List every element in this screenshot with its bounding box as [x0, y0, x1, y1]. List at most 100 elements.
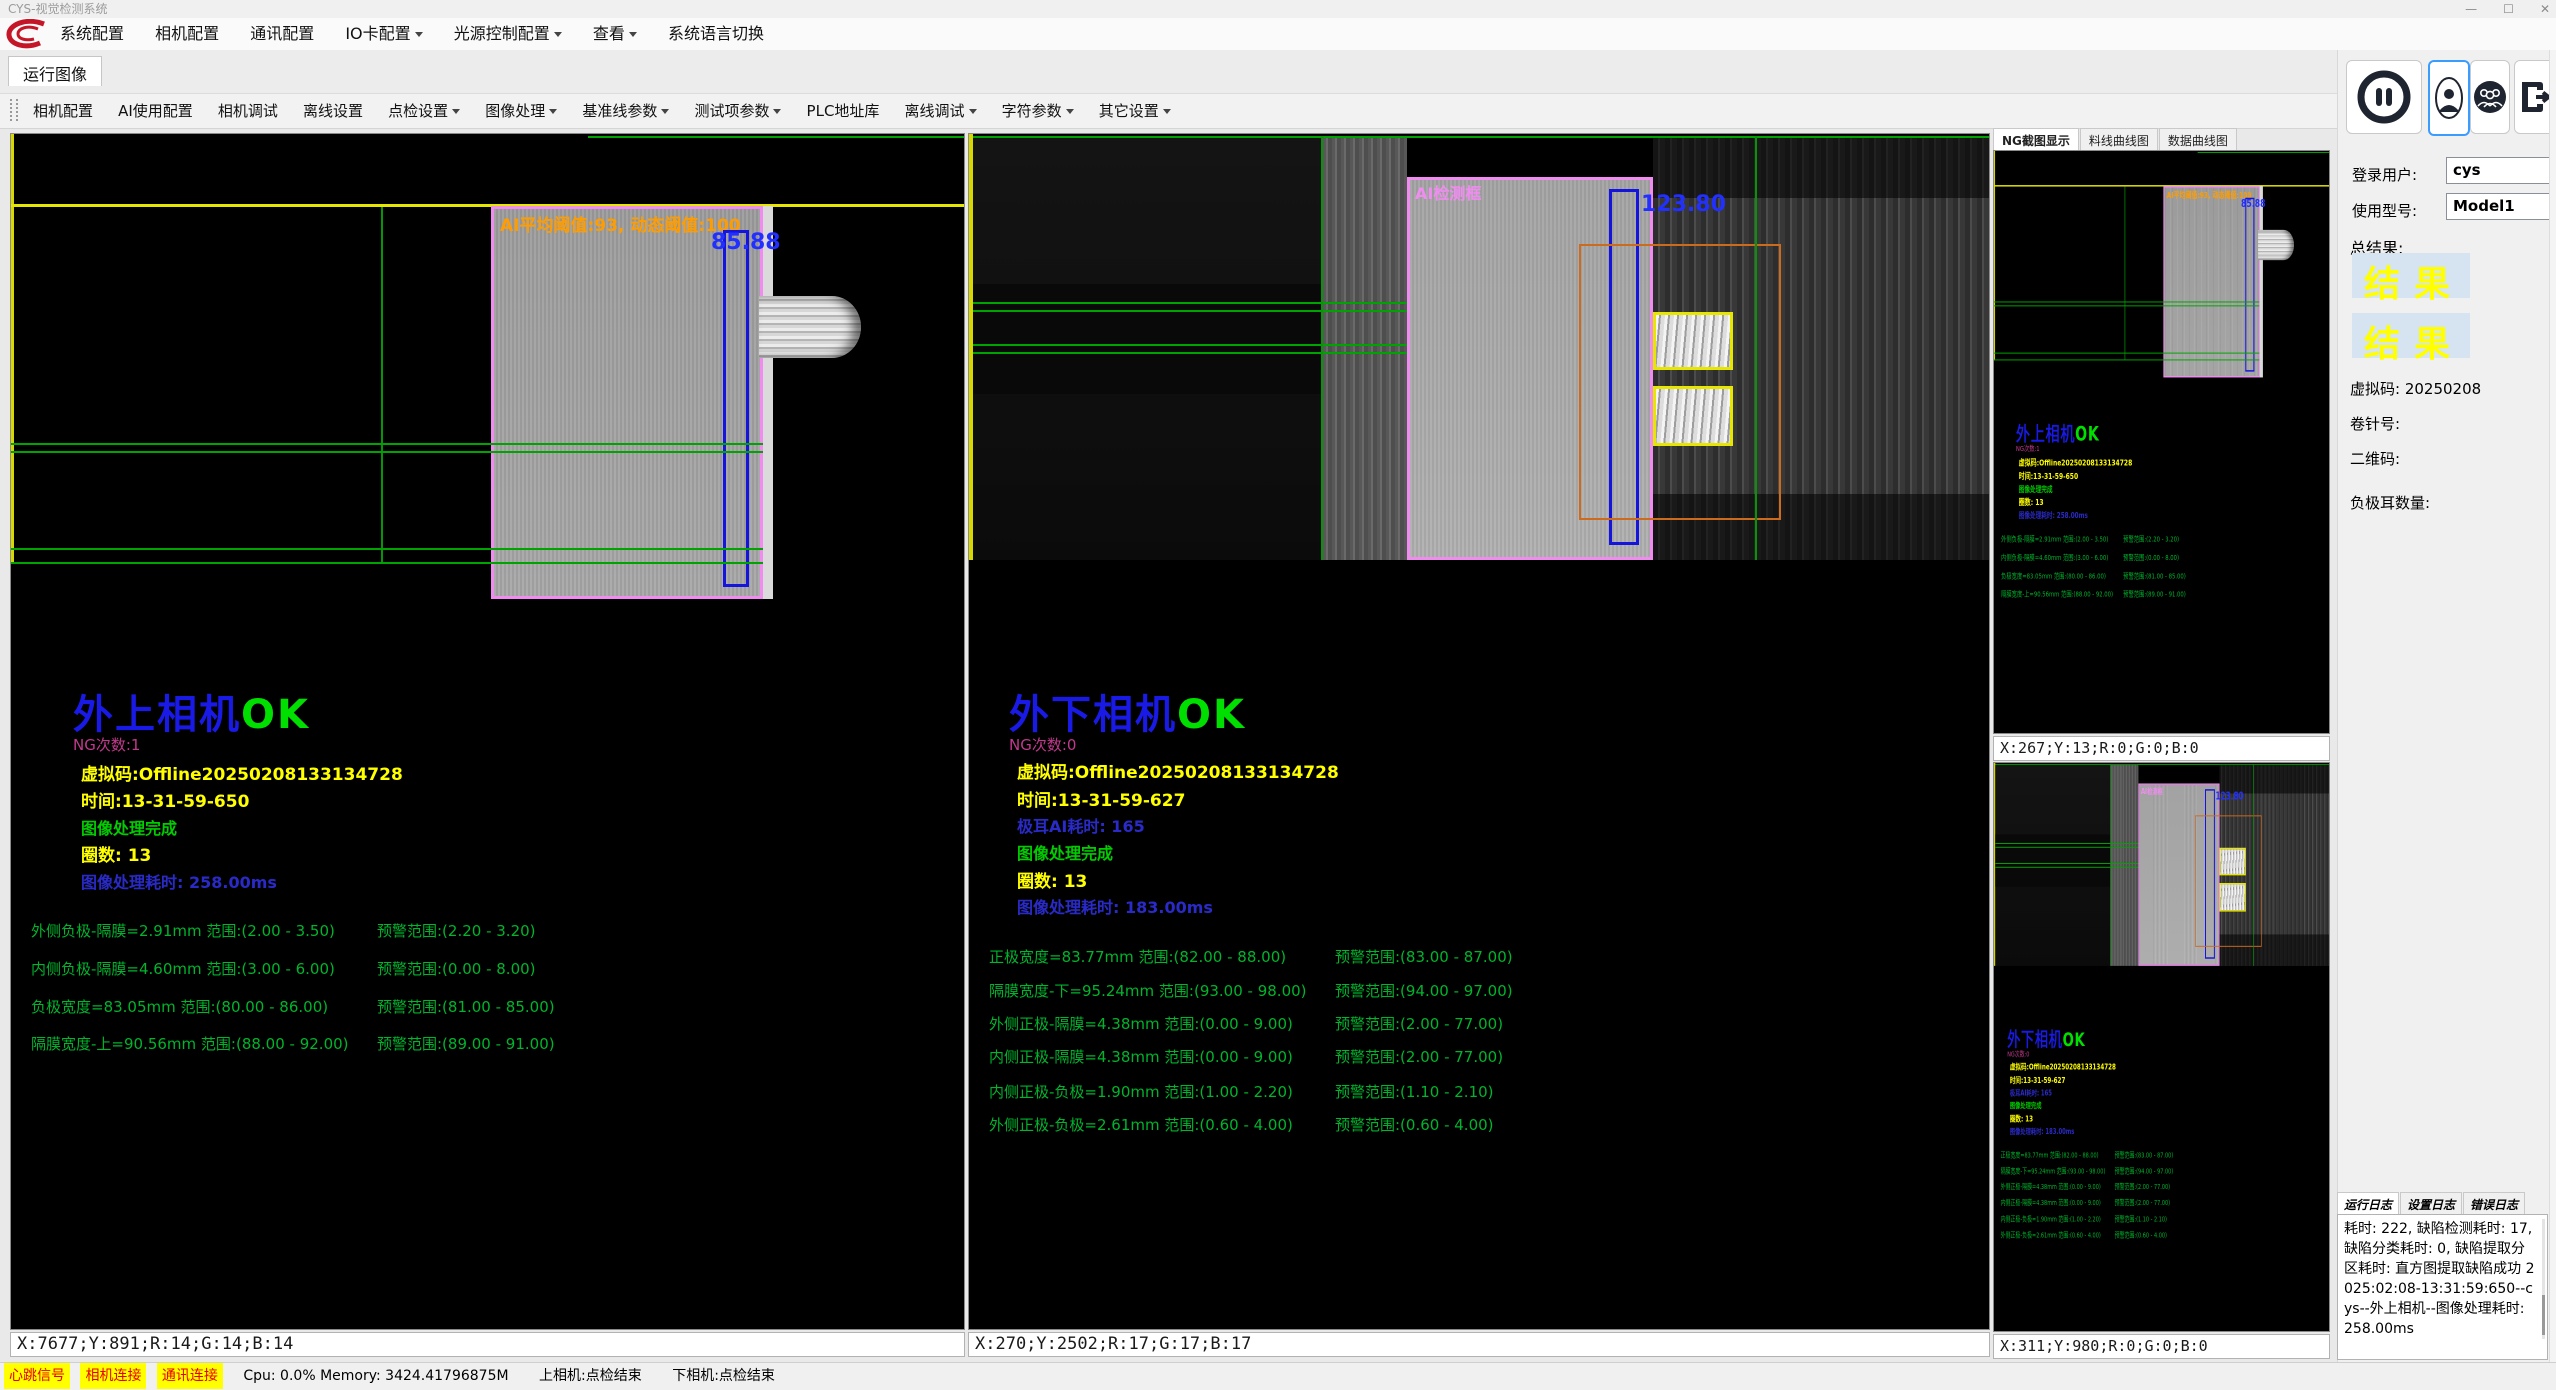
minimize-icon[interactable]: — — [2465, 0, 2477, 18]
menu-view[interactable]: 查看 — [585, 18, 645, 50]
tool-offline-debug[interactable]: 离线调试 — [898, 94, 984, 128]
chevron-down-icon — [1163, 109, 1171, 114]
measurement-row: 外侧负极-隔膜=2.91mm 范围:(2.00 - 3.50)预警范围:(2.2… — [11, 920, 965, 940]
tool-camera-debug[interactable]: 相机调试 — [211, 94, 285, 128]
camera-connect-badge: 相机连接 — [80, 1363, 146, 1389]
virtual-code-text: 虚拟码:Offline20250208133134728 — [1017, 758, 1339, 783]
process-time-text: 图像处理耗时: 258.00ms — [81, 869, 277, 893]
chevron-down-icon — [661, 109, 669, 114]
chevron-down-icon — [969, 109, 977, 114]
ng-bottom-panel[interactable]: AI检测框 123.80 外下相机OK NG次数:0 虚拟码:Offline20… — [1993, 762, 2330, 1332]
pause-button[interactable] — [2346, 60, 2422, 134]
tool-offline-setting[interactable]: 离线设置 — [296, 94, 370, 128]
qr-code-label: 二维码: — [2350, 448, 2400, 469]
electrode-tab — [759, 296, 861, 358]
user-icon — [2434, 76, 2464, 120]
process-time-text: 图像处理耗时: 183.00ms — [1017, 894, 1213, 918]
close-icon[interactable]: ✕ — [2540, 0, 2550, 18]
ng-view-tabs: NG截图显示料线曲线图数据曲线图 — [1993, 128, 2330, 150]
tool-char-params[interactable]: 字符参数 — [995, 94, 1081, 128]
virtual-code-text: 虚拟码:Offline20250208133134728 — [81, 760, 403, 785]
menu-system-config[interactable]: 系统配置 — [52, 18, 132, 50]
log-text-area[interactable]: 耗时: 222, 缺陷检测耗时: 17, 缺陷分类耗时: 0, 缺陷提取分区耗时… — [2337, 1214, 2548, 1360]
toolbar: 相机配置 AI使用配置 相机调试 离线设置 点检设置 图像处理 基准线参数 测试… — [0, 93, 2556, 129]
left-coord-bar: X:7677;Y:891;R:14;G:14;B:14 — [10, 1332, 965, 1357]
pause-icon — [2355, 68, 2413, 126]
measurement-row: 外侧正极-负极=2.61mm 范围:(0.60 - 4.00)预警范围:(0.6… — [969, 1114, 1990, 1134]
time-text: 时间:13-31-59-650 — [81, 787, 249, 812]
chevron-down-icon — [1066, 109, 1074, 114]
tool-baseline-params[interactable]: 基准线参数 — [575, 94, 676, 128]
log-text: 耗时: 222, 缺陷检测耗时: 17, 缺陷分类耗时: 0, 缺陷提取分区耗时… — [2344, 1221, 2535, 1337]
electrode-tab-box — [1653, 386, 1733, 446]
ng-count-text: NG次数:1 — [73, 734, 140, 755]
tool-other-settings[interactable]: 其它设置 — [1092, 94, 1178, 128]
status-bar: 心跳信号 相机连接 通讯连接 Cpu: 0.0% Memory: 3424.41… — [0, 1362, 2556, 1390]
lower-camera-status: 下相机:点检结束 — [672, 1363, 775, 1389]
tab-material-curve[interactable]: 料线曲线图 — [2080, 128, 2158, 151]
menu-camera-config[interactable]: 相机配置 — [147, 18, 227, 50]
toolbar-grip-handle[interactable] — [10, 99, 18, 121]
tool-image-process[interactable]: 图像处理 — [478, 94, 564, 128]
users-group-icon — [2473, 80, 2507, 114]
tool-check-setting[interactable]: 点检设置 — [381, 94, 467, 128]
login-user-field[interactable]: cys — [2446, 157, 2552, 184]
upper-camera-status: 上相机:点检结束 — [539, 1363, 642, 1389]
measure-value-text: 123.80 — [1641, 192, 1726, 217]
app-window: CYS-视觉检测系统 — ☐ ✕ 系统配置 相机配置 通讯配置 IO卡配置 光源… — [0, 0, 2556, 1390]
window-title: CYS-视觉检测系统 — [8, 2, 107, 16]
right-coord-bar: X:270;Y:2502;R:17;G:17;B:17 — [968, 1332, 1990, 1357]
menu-bar: 系统配置 相机配置 通讯配置 IO卡配置 光源控制配置 查看 系统语言切换 — [0, 18, 2556, 51]
measurement-row: 隔膜宽度-下=95.24mm 范围:(93.00 - 98.00)预警范围:(9… — [969, 980, 1990, 1000]
heartbeat-badge: 心跳信号 — [4, 1363, 70, 1389]
ng-count-text: NG次数:0 — [1009, 734, 1076, 755]
loop-count-text: 圈数: 13 — [81, 841, 151, 866]
tab-error-log[interactable]: 错误日志 — [2463, 1192, 2525, 1215]
ai-time-text: 极耳AI耗时: 165 — [1017, 813, 1145, 837]
left-camera-view[interactable]: AI平均阈值:93, 动态阈值:100 85.88 外上相机OK NG次数:1 … — [10, 133, 965, 1330]
login-user-button[interactable] — [2428, 60, 2470, 136]
model-field[interactable]: Model1 — [2446, 193, 2552, 220]
measurement-row: 隔膜宽度-上=90.56mm 范围:(88.00 - 92.00)预警范围:(8… — [11, 1033, 965, 1053]
ai-detect-box-label: AI检测框 — [1415, 180, 1481, 204]
electrode-tab-box — [1653, 312, 1733, 370]
measure-value-text: 85.88 — [711, 230, 781, 255]
measurement-row: 正极宽度=83.77mm 范围:(82.00 - 88.00)预警范围:(83.… — [969, 946, 1990, 966]
right-scrollbar[interactable] — [2549, 50, 2556, 1362]
measurement-row: 内侧负极-隔膜=4.60mm 范围:(3.00 - 6.00)预警范围:(0.0… — [11, 958, 965, 978]
measurement-row: 内侧正极-隔膜=4.38mm 范围:(0.00 - 9.00)预警范围:(2.0… — [969, 1046, 1990, 1066]
model-label: 使用型号: — [2352, 200, 2417, 221]
reel-number-label: 卷针号: — [2350, 413, 2400, 434]
cpu-memory-text: Cpu: 0.0% Memory: 3424.41796875M — [243, 1363, 508, 1389]
measure-blue-box — [723, 230, 749, 587]
right-camera-view[interactable]: AI检测框 123.80 外下相机OK NG次数:0 虚拟码:Offline20… — [968, 133, 1990, 1330]
switch-user-button[interactable] — [2470, 60, 2510, 134]
tab-run-log[interactable]: 运行日志 — [2337, 1192, 2399, 1215]
maximize-icon[interactable]: ☐ — [2503, 0, 2514, 18]
chevron-down-icon — [452, 109, 460, 114]
tab-setting-log[interactable]: 设置日志 — [2400, 1192, 2462, 1215]
ng-top-panel[interactable]: AI平均阈值:93, 动态阈值:100 85.88 外上相机OK NG次数:1 … — [1993, 150, 2330, 734]
menu-io-config[interactable]: IO卡配置 — [337, 18, 430, 50]
baseline-yellow-line — [11, 204, 965, 207]
menu-light-config[interactable]: 光源控制配置 — [446, 18, 570, 50]
chevron-down-icon — [629, 32, 637, 37]
comm-connect-badge: 通讯连接 — [157, 1363, 223, 1389]
tool-camera-config[interactable]: 相机配置 — [26, 94, 100, 128]
camera-title: 外下相机OK — [1009, 682, 1246, 740]
tab-ng-screenshot[interactable]: NG截图显示 — [1993, 128, 2079, 151]
log-tabs: 运行日志设置日志错误日志 — [2337, 1192, 2548, 1214]
tab-run-image[interactable]: 运行图像 — [8, 56, 102, 86]
menu-comm-config[interactable]: 通讯配置 — [242, 18, 322, 50]
login-user-label: 登录用户: — [2352, 164, 2417, 185]
result-box-1: 结果 — [2352, 253, 2470, 298]
chevron-down-icon — [415, 32, 423, 37]
tool-plc-address[interactable]: PLC地址库 — [800, 94, 887, 128]
tab-data-curve[interactable]: 数据曲线图 — [2159, 128, 2237, 151]
result-box-2: 结果 — [2352, 313, 2470, 358]
chevron-down-icon — [554, 32, 562, 37]
tool-ai-use-config[interactable]: AI使用配置 — [111, 94, 200, 128]
tool-test-params[interactable]: 测试项参数 — [687, 94, 788, 128]
menu-language-switch[interactable]: 系统语言切换 — [660, 18, 772, 50]
title-bar: CYS-视觉检测系统 — ☐ ✕ — [0, 0, 2556, 18]
